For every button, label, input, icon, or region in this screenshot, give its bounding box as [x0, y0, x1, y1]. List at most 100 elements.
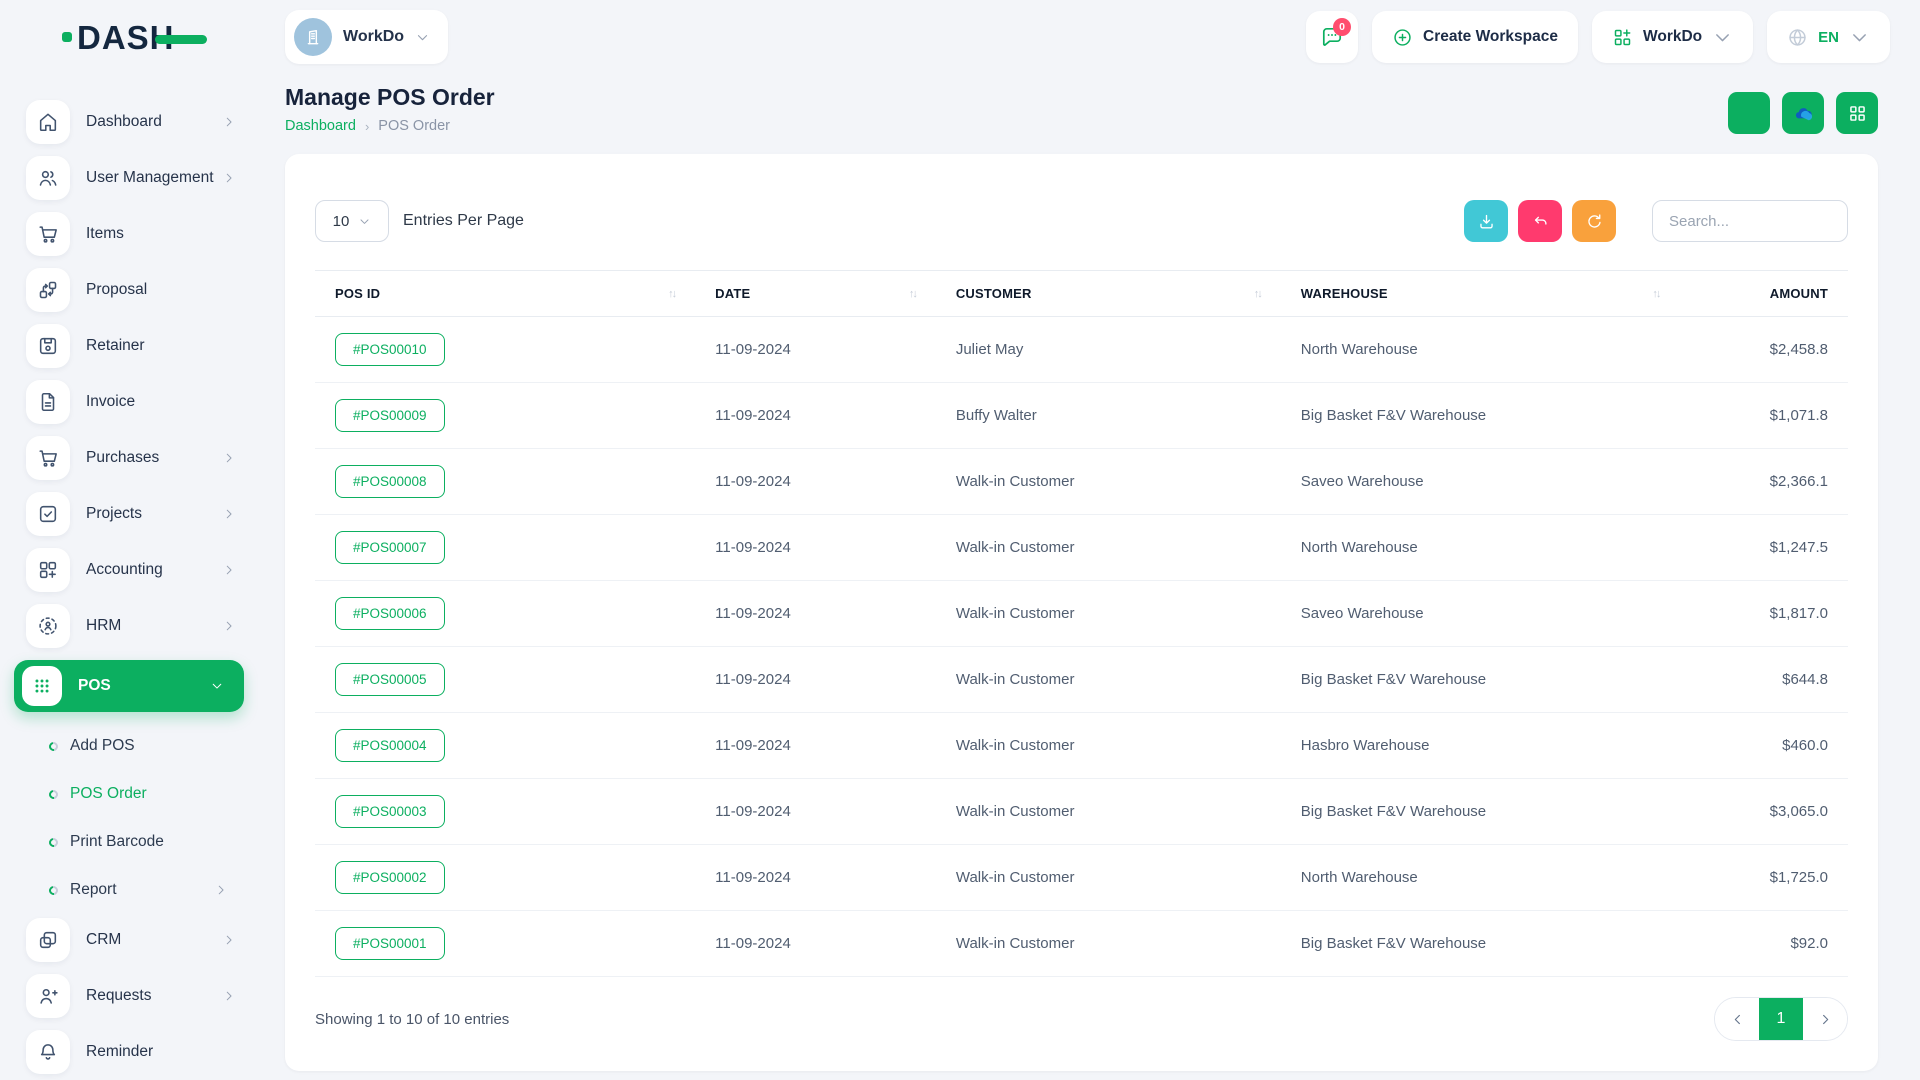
- app-window: DASH WorkDo 0 Create Workspace WorkDo: [0, 0, 1920, 1080]
- sidebar-item-invoice[interactable]: Invoice: [26, 380, 244, 424]
- showing-entries-text: Showing 1 to 10 of 10 entries: [315, 1011, 509, 1028]
- sort-icon[interactable]: ↑↓: [909, 288, 916, 300]
- column-label: AMOUNT: [1770, 286, 1828, 301]
- table-controls: 10 Entries Per Page: [315, 200, 1848, 242]
- sidebar-item-user-management[interactable]: User Management: [26, 156, 244, 200]
- onedrive-button[interactable]: [1782, 92, 1824, 134]
- topbar: DASH WorkDo 0 Create Workspace WorkDo: [0, 0, 1920, 74]
- sidebar-item-hrm[interactable]: HRM: [26, 604, 244, 648]
- sidebar-item-label: Dashboard: [86, 113, 162, 131]
- sort-icon[interactable]: ↑↓: [668, 288, 675, 300]
- sidebar-item-retainer[interactable]: Retainer: [26, 324, 244, 368]
- page-title: Manage POS Order: [285, 84, 495, 111]
- pos-id-badge[interactable]: #POS00002: [335, 861, 445, 894]
- chevron-right-icon: [214, 883, 244, 897]
- column-header-warehouse[interactable]: WAREHOUSE↑↓: [1281, 271, 1680, 317]
- date-cell: 11-09-2024: [695, 845, 936, 911]
- page-number-button[interactable]: 1: [1759, 998, 1803, 1040]
- pos-id-badge[interactable]: #POS00010: [335, 333, 445, 366]
- warehouse-cell: Big Basket F&V Warehouse: [1281, 779, 1680, 845]
- pos-id-badge[interactable]: #POS00006: [335, 597, 445, 630]
- breadcrumb-dashboard-link[interactable]: Dashboard: [285, 118, 356, 134]
- pos-id-badge[interactable]: #POS00005: [335, 663, 445, 696]
- sidebar-item-accounting[interactable]: Accounting: [26, 548, 244, 592]
- amount-cell: $1,817.0: [1679, 581, 1848, 647]
- sidebar-item-label: POS: [78, 677, 111, 695]
- warehouse-cell: Big Basket F&V Warehouse: [1281, 647, 1680, 713]
- sidebar-item-purchases[interactable]: Purchases: [26, 436, 244, 480]
- refresh-button[interactable]: [1572, 200, 1616, 242]
- table-body: #POS0001011-09-2024Juliet MayNorth Wareh…: [315, 317, 1848, 977]
- accounting-icon: [26, 548, 70, 592]
- sort-icon[interactable]: ↑↓: [1254, 288, 1261, 300]
- sidebar-item-proposal[interactable]: Proposal: [26, 268, 244, 312]
- page-header: Manage POS Order Dashboard › POS Order: [285, 84, 1878, 134]
- chevron-right-icon: [222, 933, 244, 947]
- customer-cell: Walk-in Customer: [936, 911, 1281, 977]
- google-drive-button[interactable]: [1728, 92, 1770, 134]
- workspace-selector[interactable]: WorkDo: [285, 10, 448, 64]
- breadcrumb: Dashboard › POS Order: [285, 118, 495, 134]
- sidebar-subitem-pos-order[interactable]: POS Order: [49, 774, 244, 814]
- create-workspace-button[interactable]: Create Workspace: [1372, 11, 1578, 63]
- sidebar-item-reminder[interactable]: Reminder: [26, 1030, 244, 1074]
- sidebar-item-dashboard[interactable]: Dashboard: [26, 100, 244, 144]
- sidebar-item-projects[interactable]: Projects: [26, 492, 244, 536]
- sidebar-item-pos[interactable]: POS: [14, 660, 244, 712]
- workspace-name: WorkDo: [343, 28, 404, 46]
- cart-icon: [26, 436, 70, 480]
- amount-cell: $3,065.0: [1679, 779, 1848, 845]
- chevron-down-icon: [1849, 27, 1870, 48]
- next-page-button[interactable]: [1803, 998, 1847, 1040]
- language-selector[interactable]: EN: [1767, 11, 1890, 63]
- bell-icon: [26, 1030, 70, 1074]
- sidebar-subitem-report[interactable]: Report: [49, 870, 244, 910]
- sidebar-item-crm[interactable]: CRM: [26, 918, 244, 962]
- pagination: 1: [1714, 997, 1848, 1041]
- pos-id-badge[interactable]: #POS00001: [335, 927, 445, 960]
- table-row: #POS0000411-09-2024Walk-in CustomerHasbr…: [315, 713, 1848, 779]
- customer-cell: Walk-in Customer: [936, 845, 1281, 911]
- amount-cell: $460.0: [1679, 713, 1848, 779]
- pos-id-badge[interactable]: #POS00009: [335, 399, 445, 432]
- pos-order-table: POS ID↑↓DATE↑↓CUSTOMER↑↓WAREHOUSE↑↓ AMOUN…: [315, 270, 1848, 977]
- messages-button[interactable]: 0: [1306, 11, 1358, 63]
- export-button[interactable]: [1464, 200, 1508, 242]
- messages-count-badge: 0: [1333, 18, 1351, 36]
- date-cell: 11-09-2024: [695, 317, 936, 383]
- search-input[interactable]: [1652, 200, 1848, 242]
- undo-button[interactable]: [1518, 200, 1562, 242]
- pos-id-badge[interactable]: #POS00007: [335, 531, 445, 564]
- pos-id-badge[interactable]: #POS00003: [335, 795, 445, 828]
- date-cell: 11-09-2024: [695, 647, 936, 713]
- sidebar-subitem-add-pos[interactable]: Add POS: [49, 726, 244, 766]
- previous-page-button[interactable]: [1715, 998, 1759, 1040]
- app-switcher-label: WorkDo: [1643, 28, 1702, 46]
- dash-logo[interactable]: DASH: [62, 21, 207, 54]
- pos-id-badge[interactable]: #POS00004: [335, 729, 445, 762]
- date-cell: 11-09-2024: [695, 911, 936, 977]
- sidebar-subitem-print-barcode[interactable]: Print Barcode: [49, 822, 244, 862]
- chevron-left-icon: [1730, 1012, 1745, 1027]
- sort-icon[interactable]: ↑↓: [1652, 288, 1659, 300]
- sidebar-item-requests[interactable]: Requests: [26, 974, 244, 1018]
- date-cell: 11-09-2024: [695, 713, 936, 779]
- sidebar-item-label: User Management: [86, 169, 214, 187]
- grid-icon: [1847, 103, 1868, 124]
- column-header-pos-id[interactable]: POS ID↑↓: [315, 271, 695, 317]
- column-header-date[interactable]: DATE↑↓: [695, 271, 936, 317]
- sidebar-item-items[interactable]: Items: [26, 212, 244, 256]
- grid-view-button[interactable]: [1836, 92, 1878, 134]
- column-header-customer[interactable]: CUSTOMER↑↓: [936, 271, 1281, 317]
- pos-id-badge[interactable]: #POS00008: [335, 465, 445, 498]
- customer-cell: Walk-in Customer: [936, 449, 1281, 515]
- table-row: #POS0000611-09-2024Walk-in CustomerSaveo…: [315, 581, 1848, 647]
- warehouse-cell: Hasbro Warehouse: [1281, 713, 1680, 779]
- sidebar-item-label: HRM: [86, 617, 121, 635]
- building-icon: [294, 18, 332, 56]
- logo-dash-bar: [155, 35, 207, 44]
- chevron-right-icon: [222, 451, 244, 465]
- entries-per-page-select[interactable]: 10: [315, 200, 389, 242]
- sidebar-item-label: Requests: [86, 987, 151, 1005]
- app-switcher-button[interactable]: WorkDo: [1592, 11, 1753, 63]
